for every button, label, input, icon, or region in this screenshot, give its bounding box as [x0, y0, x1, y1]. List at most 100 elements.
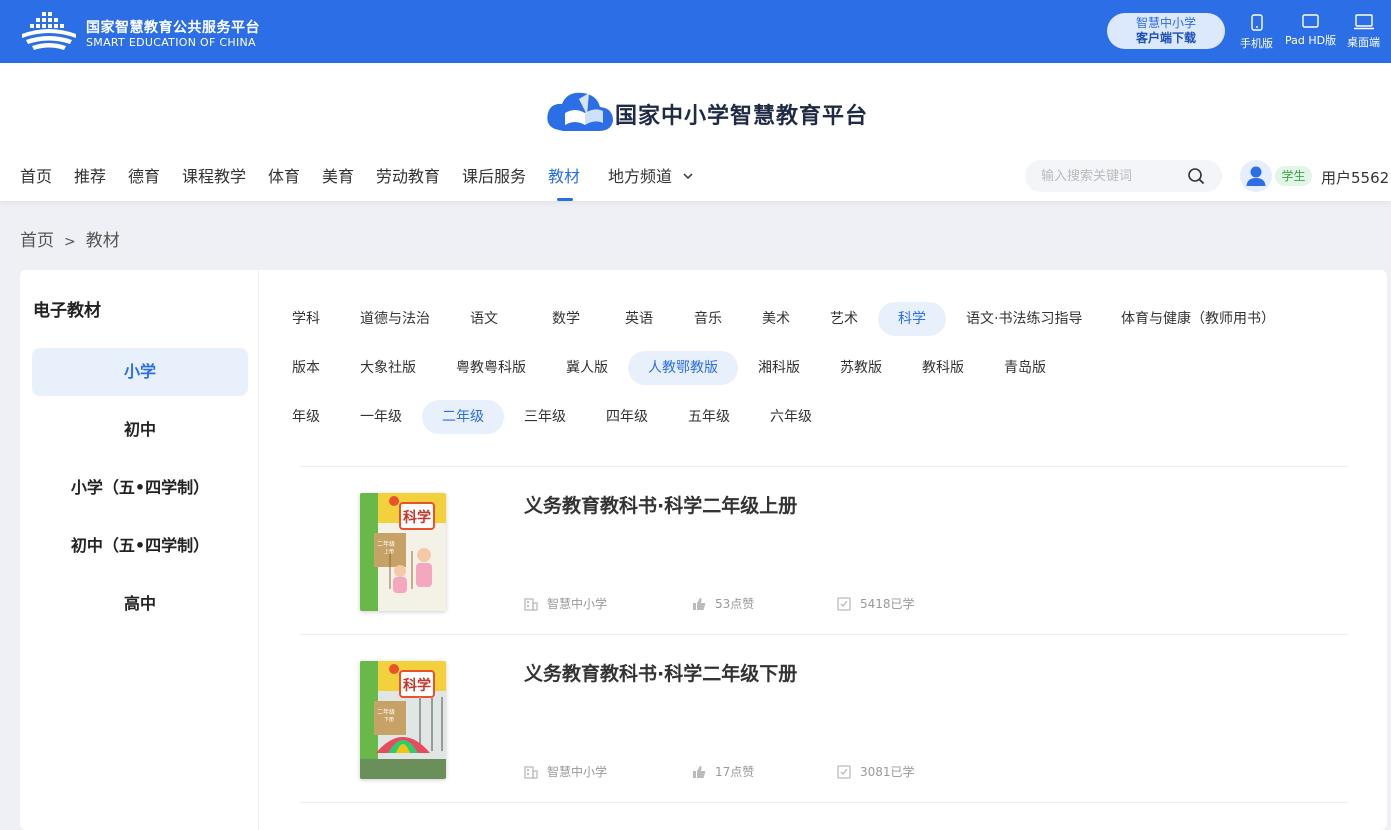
filter-option-grade[interactable]: 五年级 [668, 400, 750, 434]
brand-name-cn[interactable]: 国家智慧教育公共服务平台 [86, 17, 260, 37]
nav-item-courses[interactable]: 课程教学 [182, 163, 246, 201]
search-box [1025, 160, 1222, 192]
main-logo[interactable]: 国家中小学智慧教育平台 [545, 85, 875, 141]
phone-icon [1250, 14, 1263, 31]
building-icon [524, 766, 538, 779]
book-publisher-label: 智慧中小学 [547, 765, 608, 779]
filter-option-edition[interactable]: 大象社版 [340, 351, 436, 385]
filter-option-subject[interactable]: 体育与健康（教师用书） [1101, 302, 1295, 336]
nav-item-afterschool[interactable]: 课后服务 [462, 163, 526, 201]
book-learned: 3081已学 [837, 763, 915, 780]
client-download-line1: 智慧中小学 [1135, 16, 1196, 30]
book-publisher-label: 智慧中小学 [547, 597, 608, 611]
breadcrumb-current: 教材 [85, 231, 120, 251]
filter-option-subject[interactable]: 数学 [532, 302, 600, 336]
filter-option-grade[interactable]: 六年级 [750, 400, 832, 434]
book-likes-label: 53点赞 [715, 597, 755, 611]
filter-option-edition-active[interactable]: 人教鄂教版 [628, 351, 738, 385]
chevron-down-icon [683, 173, 693, 180]
username[interactable]: 用户5562 [1321, 167, 1389, 188]
tablet-icon [1302, 14, 1319, 28]
book-item[interactable]: 科学 二年级 上册 义务教育教科书·科学二年级上册 智慧中小学 53点赞 541… [300, 466, 1348, 634]
nav-item-local-channel-label: 地方频道 [608, 167, 673, 186]
book-learned-label: 3081已学 [860, 765, 915, 779]
nav-item-textbooks[interactable]: 教材 [548, 163, 580, 201]
client-download-button[interactable]: 智慧中小学 客户端下载 [1107, 13, 1225, 49]
filter-option-grade[interactable]: 四年级 [586, 400, 668, 434]
sidebar-item-primary-54[interactable]: 小学（五•四学制） [32, 464, 248, 512]
study-record-icon [837, 597, 851, 611]
breadcrumb: 首页 > 教材 [20, 226, 120, 251]
book-likes-label: 17点赞 [715, 765, 755, 779]
book-cover[interactable]: 科学 二年级 下册 [360, 661, 446, 779]
filter-option-edition[interactable]: 青岛版 [984, 351, 1066, 385]
thumbs-up-icon [693, 766, 706, 778]
main-logo-text: 国家中小学智慧教育平台 [615, 104, 869, 129]
book-cover[interactable]: 科学 二年级 上册 [360, 493, 446, 611]
content-panel: 电子教材 小学 初中 小学（五•四学制） 初中（五•四学制） 高中 学科 道德与… [20, 270, 1387, 830]
filter-option-subject[interactable]: 美术 [742, 302, 810, 336]
device-mobile-label: 手机版 [1240, 37, 1273, 50]
book-learned-label: 5418已学 [860, 597, 915, 611]
sidebar-item-primary[interactable]: 小学 [32, 348, 248, 396]
filter-option-edition[interactable]: 教科版 [902, 351, 984, 385]
platform-logo-icon[interactable] [20, 10, 78, 52]
brand-name-en[interactable]: SMART EDUCATION OF CHINA [86, 36, 256, 49]
book-cover-volume: 下册 [384, 717, 395, 723]
nav-item-labor[interactable]: 劳动教育 [376, 163, 440, 201]
breadcrumb-separator: > [64, 234, 76, 250]
filter-option-subject[interactable]: 语文 [450, 302, 518, 336]
desktop-icon [1353, 14, 1374, 30]
book-title[interactable]: 义务教育教科书·科学二年级上册 [524, 491, 797, 518]
filter-option-subject-active[interactable]: 科学 [878, 302, 946, 336]
nav-item-local-channel[interactable]: 地方频道 [608, 163, 693, 201]
book-learned: 5418已学 [837, 595, 915, 612]
nav-item-arts[interactable]: 美育 [322, 163, 354, 201]
nav-item-moral[interactable]: 德育 [128, 163, 160, 201]
filter-option-grade[interactable]: 一年级 [340, 400, 422, 434]
filter-option-subject[interactable]: 语文·书法练习指导 [946, 302, 1102, 336]
list-divider [300, 802, 1348, 803]
filter-option-edition[interactable]: 苏教版 [820, 351, 902, 385]
sidebar-item-senior[interactable]: 高中 [32, 580, 248, 628]
sidebar-title: 电子教材 [33, 301, 101, 321]
filter-option-edition[interactable]: 湘科版 [738, 351, 820, 385]
book-cover-volume: 上册 [384, 549, 395, 555]
nav-item-sports[interactable]: 体育 [268, 163, 300, 201]
filter-option-subject[interactable]: 艺术 [810, 302, 878, 336]
book-publisher: 智慧中小学 [524, 763, 607, 780]
book-item[interactable]: 科学 二年级 下册 义务教育教科书·科学二年级下册 智慧中小学 17点赞 308… [300, 634, 1348, 802]
filter-option-edition[interactable]: 冀人版 [546, 351, 628, 385]
book-cover-title: 科学 [403, 510, 431, 526]
book-title[interactable]: 义务教育教科书·科学二年级下册 [524, 659, 797, 686]
filter-option-edition[interactable]: 粤教粤科版 [436, 351, 546, 385]
top-bar: 国家智慧教育公共服务平台 SMART EDUCATION OF CHINA 智慧… [0, 0, 1391, 63]
filter-option-subject[interactable]: 英语 [605, 302, 673, 336]
book-likes: 17点赞 [692, 763, 754, 780]
cloud-book-logo-icon [547, 92, 613, 131]
book-cover-title: 科学 [403, 678, 431, 694]
user-avatar-icon [1246, 166, 1266, 186]
book-likes: 53点赞 [692, 595, 754, 612]
search-input[interactable] [1041, 160, 1181, 192]
sidebar-item-junior-54[interactable]: 初中（五•四学制） [32, 522, 248, 570]
book-cover-grade: 二年级 [377, 709, 396, 716]
sidebar-item-junior[interactable]: 初中 [32, 406, 248, 454]
nav-item-recommend[interactable]: 推荐 [74, 163, 106, 201]
breadcrumb-home[interactable]: 首页 [20, 231, 54, 251]
filter-option-subject[interactable]: 道德与法治 [340, 302, 450, 336]
filter-label-subject: 学科 [292, 311, 320, 327]
filter-option-grade[interactable]: 三年级 [504, 400, 586, 434]
building-icon [524, 598, 538, 611]
filter-option-grade-active[interactable]: 二年级 [422, 400, 504, 434]
nav-item-home[interactable]: 首页 [20, 163, 52, 201]
search-icon[interactable] [1187, 167, 1205, 185]
device-desktop[interactable]: 桌面端 [1347, 14, 1380, 50]
device-pad[interactable]: Pad HD版 [1285, 14, 1336, 48]
filter-label-edition: 版本 [292, 360, 320, 376]
client-download-line2: 客户端下载 [1135, 31, 1196, 45]
thumbs-up-icon [693, 598, 706, 610]
filter-option-subject[interactable]: 音乐 [674, 302, 742, 336]
device-mobile[interactable]: 手机版 [1240, 14, 1273, 51]
avatar[interactable] [1240, 160, 1272, 192]
